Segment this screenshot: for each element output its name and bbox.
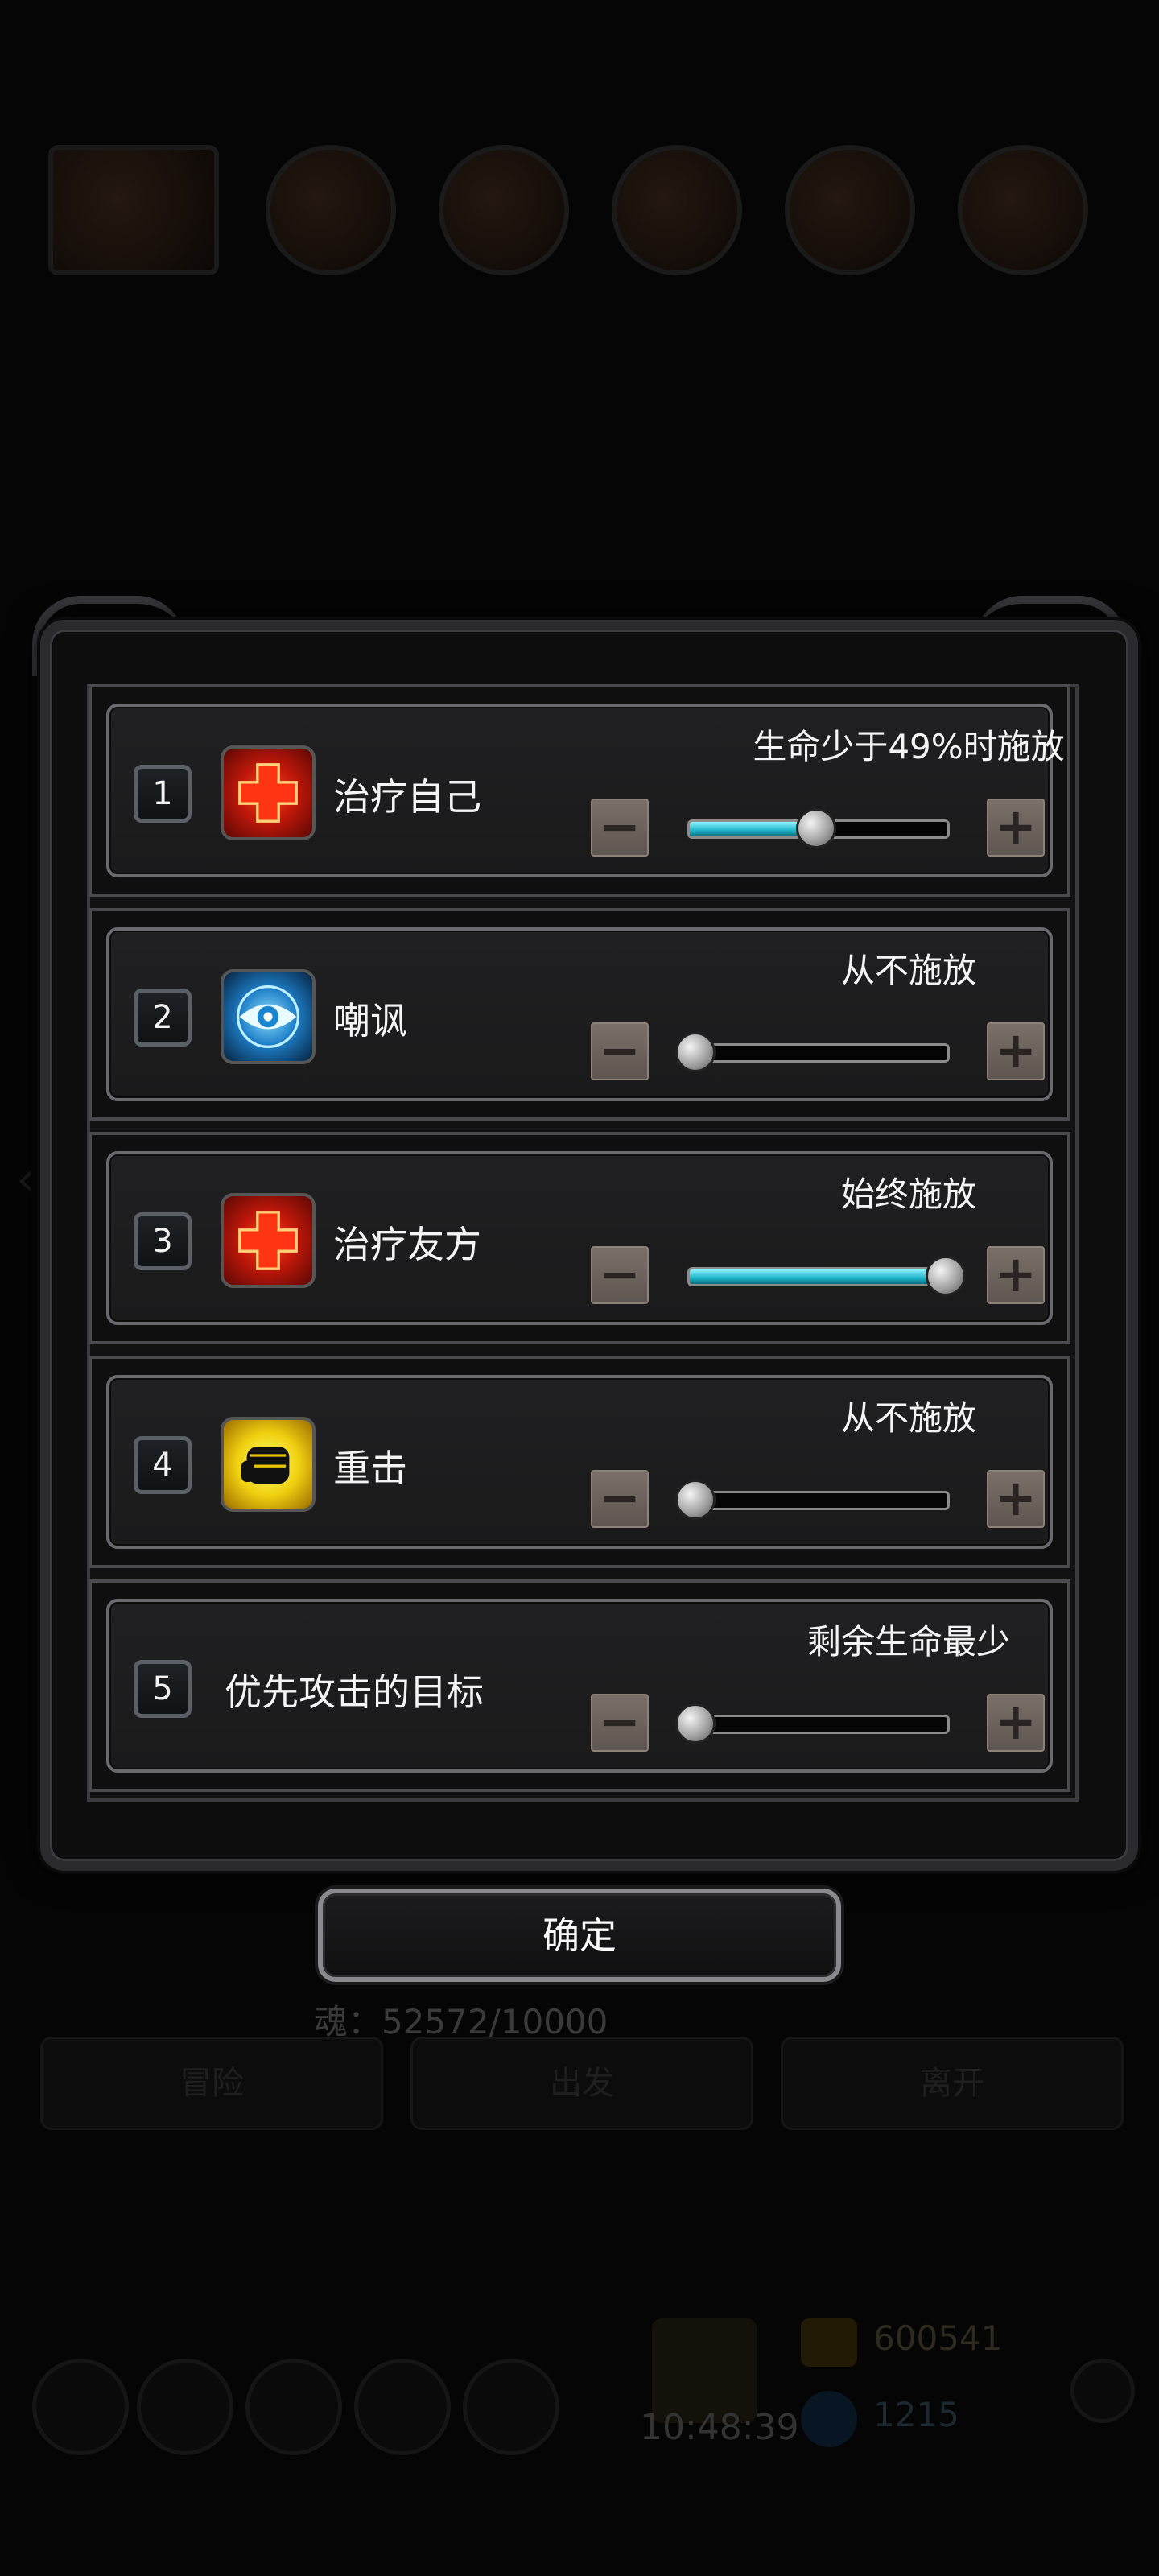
minus-icon: − [599,1468,641,1527]
skill-row-5: 5 优先攻击的目标 剩余生命最少 − + [89,1579,1070,1792]
plus-icon [1070,2359,1135,2423]
skill-row-1: 1 治疗自己 生命少于49%时施放 − + [89,684,1070,897]
gem-amount: 1215 [873,2395,959,2434]
cast-condition-label: 始终施放 [840,1174,976,1214]
increase-button[interactable]: + [987,1694,1045,1752]
equipment-slot-icon [958,145,1088,275]
skill-row-3: 3 治疗友方 始终施放 − + [89,1132,1070,1344]
skill-name: 重击 [333,1447,407,1490]
gem-icon [801,2391,857,2447]
equipment-slot-icon [612,145,742,275]
confirm-button[interactable]: 确定 [318,1889,841,1982]
slider-handle[interactable] [675,1032,716,1072]
increase-button[interactable]: + [987,1470,1045,1528]
slider-handle[interactable] [926,1256,966,1296]
equipment-slot-icon [785,145,915,275]
minus-icon: − [599,797,641,856]
adventure-button: 冒险 [40,2037,383,2130]
slider-handle[interactable] [675,1480,716,1520]
priority-number: 3 [134,1212,192,1270]
cast-condition-label: 从不施放 [840,951,976,990]
menu-icon [137,2359,233,2455]
plus-icon: + [995,1692,1037,1751]
decrease-button[interactable]: − [591,1694,649,1752]
equipment-slot-icon [439,145,569,275]
skill-row-4: 4 重击 从不施放 − + [89,1356,1070,1568]
background-bottom-icons [32,2359,1135,2471]
increase-button[interactable]: + [987,799,1045,857]
decrease-button[interactable]: − [591,1246,649,1304]
menu-icon [32,2359,129,2455]
equipment-slot-icon [266,145,396,275]
increase-button[interactable]: + [987,1022,1045,1080]
gold-amount: 600541 [873,2318,1003,2358]
slider-handle[interactable] [675,1703,716,1744]
priority-number: 5 [134,1660,192,1718]
minus-icon: − [599,1692,641,1751]
menu-icon [354,2359,451,2455]
priority-number: 2 [134,989,192,1046]
cast-condition-label: 生命少于49%时施放 [753,727,1065,766]
cast-condition-label: 剩余生命最少 [806,1622,1010,1662]
menu-icon [245,2359,342,2455]
skill-name: 治疗自己 [333,775,481,819]
weapon-slot-icon [48,145,219,275]
cast-condition-slider[interactable] [687,1043,950,1063]
skill-name: 嘲讽 [333,999,407,1042]
slider-fill [690,1269,947,1284]
plus-icon: + [995,1468,1037,1527]
skill-name: 优先攻击的目标 [225,1670,484,1714]
game-screen: ‹ › 魂：52572/10000 冒险 出发 离开 10:48:39 6005… [0,0,1159,2576]
leave-button: 离开 [781,2037,1124,2130]
skill-name: 治疗友方 [333,1223,481,1266]
minus-icon: − [599,1021,641,1080]
minus-icon: − [599,1245,641,1303]
plus-icon: + [995,1021,1037,1080]
fist-icon [221,1417,316,1512]
cast-condition-label: 从不施放 [840,1398,976,1438]
background-top-icons [48,145,1111,275]
heal-cross-icon [221,745,316,840]
skill-row-2: 2 嘲讽 从不施放 − + [89,908,1070,1121]
depart-button: 出发 [410,2037,753,2130]
left-arrow-icon: ‹ [16,1151,35,1208]
background-action-bar: 冒险 出发 离开 [40,2037,1124,2133]
decrease-button[interactable]: − [591,1022,649,1080]
clock-text: 10:48:39 [640,2407,799,2448]
priority-number: 1 [134,765,192,823]
heal-cross-icon [221,1193,316,1288]
priority-number: 4 [134,1436,192,1494]
decrease-button[interactable]: − [591,1470,649,1528]
decrease-button[interactable]: − [591,799,649,857]
plus-icon: + [995,797,1037,856]
cast-condition-slider[interactable] [687,1491,950,1510]
slider-handle[interactable] [795,808,836,848]
cast-condition-slider[interactable] [687,1715,950,1734]
gold-icon [801,2318,857,2367]
cast-condition-slider[interactable] [687,1267,950,1286]
eye-taunt-icon [221,969,316,1064]
plus-icon: + [995,1245,1037,1303]
menu-icon [463,2359,559,2455]
increase-button[interactable]: + [987,1246,1045,1304]
